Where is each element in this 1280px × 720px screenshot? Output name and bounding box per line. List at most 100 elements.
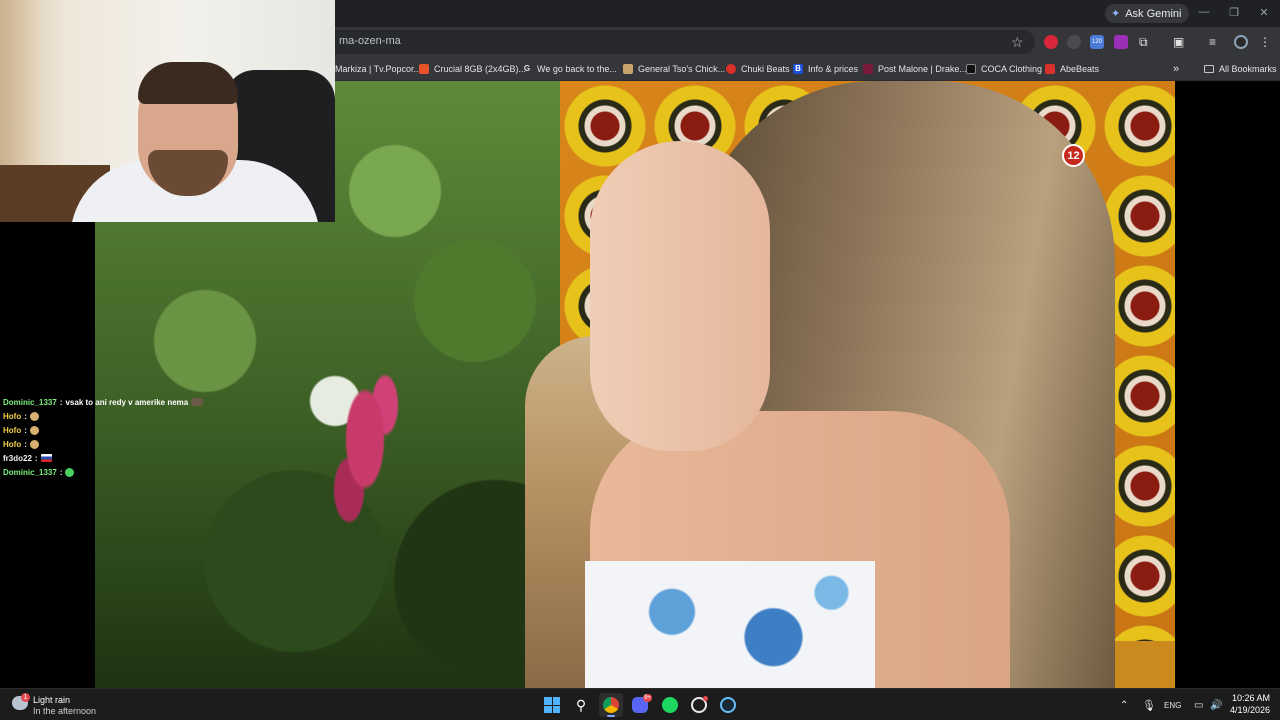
extension-counter-icon[interactable]: 120	[1090, 35, 1104, 49]
bookmark-label: Crucial 8GB (2x4GB)...	[434, 64, 527, 74]
bookmark-star-icon[interactable]: ☆	[1011, 34, 1024, 51]
extension-arrows-icon[interactable]	[1067, 35, 1081, 49]
chrome-icon	[603, 697, 619, 713]
bookmark-label: General Tso's Chick...	[638, 64, 726, 74]
weather-title: Light rain	[33, 695, 71, 705]
b-favicon-icon: B	[793, 64, 803, 74]
microphone-icon[interactable]: 🎙	[1142, 699, 1156, 712]
taskbar-chrome[interactable]	[599, 693, 623, 717]
pink-flowers	[325, 371, 405, 541]
all-bookmarks-button[interactable]: All Bookmarks	[1204, 62, 1277, 76]
start-button[interactable]	[540, 693, 564, 717]
bookmark-info-prices[interactable]: B Info & prices	[793, 62, 858, 76]
gemini-sparkle-icon: ✦	[1111, 8, 1121, 20]
bookmark-crucial[interactable]: Crucial 8GB (2x4GB)...	[419, 62, 526, 76]
weather-alert-badge: 1	[21, 693, 30, 702]
face-emote-icon	[29, 439, 39, 449]
bookmark-general-tso[interactable]: General Tso's Chick...	[623, 62, 725, 76]
google-favicon-icon: G	[523, 64, 531, 73]
language-indicator[interactable]: ENG	[1164, 701, 1181, 710]
minimize-icon[interactable]: —	[1197, 6, 1211, 18]
taskbar-steam[interactable]	[716, 693, 740, 717]
bookmark-label: We go back to the...	[537, 64, 617, 74]
bookmark-post-malone[interactable]: Post Malone | Drake...	[863, 62, 967, 76]
bookmark-label: Info & prices	[808, 64, 859, 74]
face-emote-icon	[29, 411, 39, 421]
steam-icon	[720, 697, 736, 713]
chat-message: Hofo :	[3, 437, 203, 451]
bookmark-label: AbeBeats	[1060, 64, 1100, 74]
spotify-icon	[662, 697, 678, 713]
volume-icon[interactable]: 🔊	[1210, 700, 1222, 711]
search-icon: ⚲	[575, 696, 587, 713]
restore-icon[interactable]: ❐	[1227, 6, 1241, 19]
chat-username: Hofo	[3, 425, 22, 435]
network-icon[interactable]: ▭	[1194, 700, 1203, 711]
chat-separator: :	[24, 425, 27, 435]
chat-message: fr3do22 :	[3, 451, 203, 465]
chat-username: fr3do22	[3, 453, 32, 463]
taskbar-spotify[interactable]	[658, 693, 682, 717]
chat-username: Hofo	[3, 439, 22, 449]
ask-gemini-label: Ask Gemini	[1125, 7, 1182, 20]
chat-separator: :	[24, 439, 27, 449]
tray-overflow-chevron-icon[interactable]: ⌃	[1120, 700, 1128, 711]
windows-logo-icon	[544, 697, 560, 713]
address-bar-url: ma-ozen-ma	[339, 35, 401, 47]
sub-emote-icon	[191, 398, 203, 406]
extension-purple-icon[interactable]	[1114, 35, 1128, 49]
coca-favicon-icon	[966, 64, 976, 74]
crucial-favicon-icon	[419, 64, 429, 74]
bookmark-google[interactable]: G We go back to the...	[522, 62, 617, 76]
chat-message: Hofo :	[3, 409, 203, 423]
taskbar-clock-date[interactable]: 4/19/2026	[1226, 705, 1270, 715]
bookmark-label: Markiza | Tv.Popcor...	[335, 64, 422, 74]
close-window-icon[interactable]: ✕	[1257, 6, 1271, 19]
floral-top	[585, 561, 875, 688]
all-bookmarks-label: All Bookmarks	[1219, 64, 1277, 74]
weather-widget[interactable]: 1 Light rain In the afternoon	[12, 693, 132, 717]
chat-separator: :	[24, 411, 27, 421]
desktop: ✦ Ask Gemini — ❐ ✕ ma-ozen-ma ☆ 120 ⧉ ▣ …	[0, 0, 1280, 720]
windows-taskbar: 1 Light rain In the afternoon ⚲ 9+ ⌃ 🎙 E…	[0, 688, 1280, 720]
chat-separator: :	[34, 453, 38, 463]
bookmark-markiza[interactable]: Markiza | Tv.Popcor...	[335, 62, 421, 76]
extension-red-icon[interactable]	[1044, 35, 1058, 49]
chat-separator: :	[59, 397, 63, 407]
bookmarks-overflow-chevron-icon[interactable]: »	[1173, 62, 1179, 76]
browser-titlebar: ✦ Ask Gemini — ❐ ✕	[335, 0, 1280, 27]
profile-avatar[interactable]	[1234, 35, 1248, 49]
folder-icon	[1204, 65, 1214, 73]
chat-message: Dominic_1337 :	[3, 465, 203, 479]
taskbar-discord[interactable]: 9+	[628, 693, 652, 717]
bookmark-coca-clothing[interactable]: COCA Clothing	[966, 62, 1042, 76]
post-malone-favicon-icon	[863, 64, 873, 74]
flag-emote-icon	[40, 454, 52, 462]
browser-toolbar: ma-ozen-ma ☆ 120 ⧉ ▣ ≡ ⋮	[335, 27, 1280, 57]
address-bar[interactable]: ma-ozen-ma ☆	[335, 30, 1035, 54]
media-control-icon[interactable]: ▣	[1173, 35, 1187, 49]
chat-message: Dominic_1337 : vsak to ani redy v amerik…	[3, 395, 203, 409]
chat-overlay: Dominic_1337 : vsak to ani redy v amerik…	[3, 395, 203, 479]
bookmark-label: Chuki Beats	[741, 64, 790, 74]
chat-separator: :	[59, 467, 63, 477]
discord-notification-badge: 9+	[643, 694, 652, 702]
obs-recording-badge	[703, 696, 708, 701]
taskbar-obs[interactable]	[687, 693, 711, 717]
taskbar-clock-time[interactable]: 10:26 AM	[1230, 693, 1270, 703]
tab-search-icon[interactable]: ≡	[1209, 35, 1223, 49]
browser-menu-icon[interactable]: ⋮	[1259, 35, 1273, 49]
face-emote-icon	[29, 425, 39, 435]
bookmark-label: COCA Clothing	[981, 64, 1043, 74]
bookmark-label: Post Malone | Drake...	[878, 64, 967, 74]
chuki-favicon-icon	[726, 64, 736, 74]
bookmark-chuki-beats[interactable]: Chuki Beats	[726, 62, 790, 76]
chat-message: Hofo :	[3, 423, 203, 437]
weather-subtitle: In the afternoon	[33, 706, 97, 716]
green-emote-icon	[65, 467, 75, 477]
ask-gemini-button[interactable]: ✦ Ask Gemini	[1105, 4, 1190, 23]
bookmark-abebeats[interactable]: AbeBeats	[1045, 62, 1099, 76]
search-button[interactable]: ⚲	[569, 693, 593, 717]
extensions-puzzle-icon[interactable]: ⧉	[1139, 35, 1153, 49]
abebeats-favicon-icon	[1045, 64, 1055, 74]
